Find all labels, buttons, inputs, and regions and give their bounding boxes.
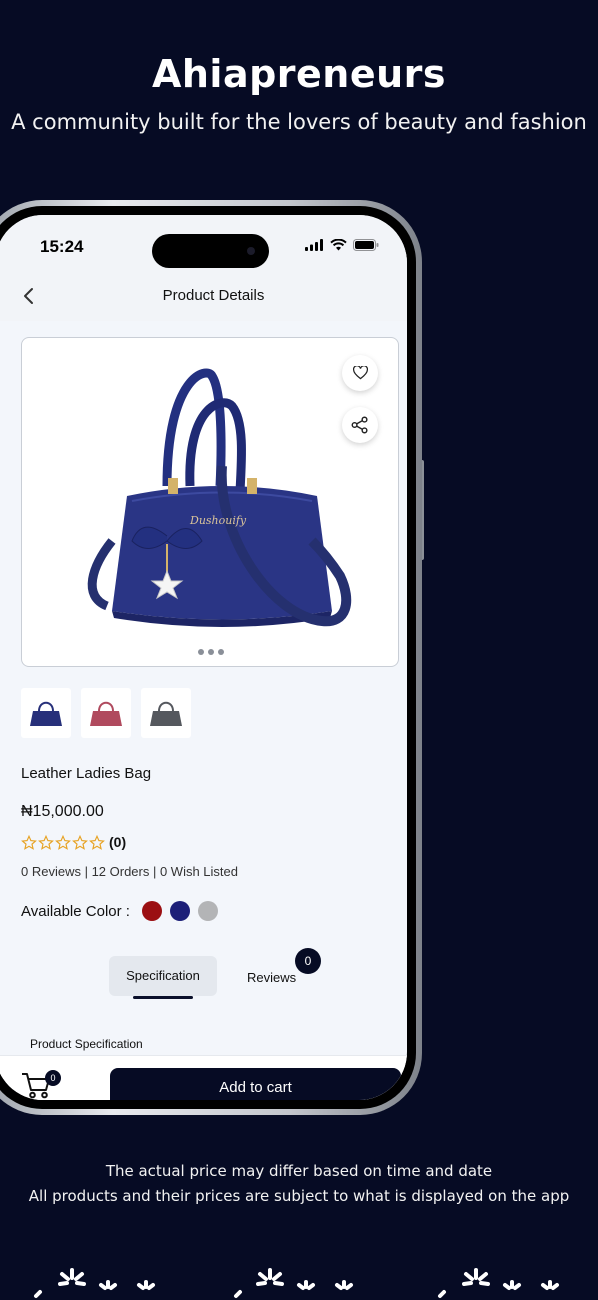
star-outline-icon bbox=[89, 834, 105, 850]
color-swatch-navy[interactable] bbox=[169, 901, 190, 921]
thumbnail-strip bbox=[21, 688, 191, 738]
color-swatch-gray[interactable] bbox=[197, 901, 218, 921]
star-outline-icon bbox=[55, 834, 71, 850]
bag-thumbnail bbox=[30, 701, 62, 726]
app-bar: Product Details bbox=[0, 277, 407, 321]
rating-count: (0) bbox=[109, 834, 127, 850]
tab-specification[interactable]: Specification bbox=[109, 956, 217, 996]
star-outline-icon bbox=[72, 834, 88, 850]
share-icon bbox=[351, 416, 368, 434]
disclaimer-line-1: The actual price may differ based on tim… bbox=[105, 1162, 493, 1180]
cart-count-badge: 0 bbox=[45, 1070, 61, 1086]
wifi-icon bbox=[330, 239, 347, 251]
battery-icon bbox=[353, 239, 379, 251]
thumbnail-image[interactable] bbox=[81, 688, 131, 738]
bottom-action-bar: 0 Add to cart bbox=[0, 1055, 407, 1100]
product-price: ₦15,000.00 bbox=[21, 803, 104, 820]
product-stats: 0 Reviews | 12 Orders | 0 Wish Listed bbox=[21, 864, 239, 879]
thumbnail-image[interactable] bbox=[21, 688, 71, 738]
hero-subtitle: A community built for the lovers of beau… bbox=[11, 110, 587, 134]
dynamic-island bbox=[152, 234, 269, 268]
active-tab-indicator bbox=[133, 996, 193, 999]
thumbnail-image[interactable] bbox=[141, 688, 191, 738]
star-rating: (0) bbox=[21, 834, 126, 850]
app-screen: 15:24 Product Details Dushouify Leather … bbox=[0, 215, 407, 1100]
svg-text:Dushouify: Dushouify bbox=[189, 514, 247, 527]
color-selector: Available Color : bbox=[21, 901, 218, 921]
product-image-carousel[interactable]: Dushouify bbox=[21, 337, 399, 667]
tab-reviews[interactable]: Reviews bbox=[247, 970, 296, 985]
colors-label: Available Color : bbox=[21, 902, 130, 920]
phone-frame: 15:24 Product Details Dushouify Leather … bbox=[0, 200, 422, 1115]
spec-heading: Product Specification bbox=[30, 1037, 143, 1051]
share-button[interactable] bbox=[342, 407, 378, 443]
add-to-cart-button[interactable]: Add to cart bbox=[110, 1068, 401, 1100]
carousel-dots[interactable] bbox=[198, 649, 224, 655]
disclaimer-line-2: All products and their prices are subjec… bbox=[28, 1187, 570, 1205]
color-swatch-red[interactable] bbox=[141, 901, 162, 921]
carousel-dot[interactable] bbox=[208, 649, 214, 655]
heart-icon bbox=[352, 366, 368, 380]
star-outline-icon bbox=[21, 834, 37, 850]
bag-thumbnail bbox=[150, 701, 182, 726]
status-bar: 15:24 bbox=[0, 215, 407, 277]
reviews-count-badge: 0 bbox=[295, 948, 321, 974]
signal-icon bbox=[305, 239, 323, 251]
favorite-button[interactable] bbox=[342, 355, 378, 391]
carousel-dot[interactable] bbox=[218, 649, 224, 655]
product-image: Dushouify bbox=[87, 368, 352, 627]
decorative-sparkles bbox=[34, 1268, 559, 1298]
hero-title: Ahiapreneurs bbox=[151, 52, 447, 96]
page-title: Product Details bbox=[162, 287, 265, 304]
star-outline-icon bbox=[38, 834, 54, 850]
status-time: 15:24 bbox=[40, 237, 84, 256]
carousel-dot[interactable] bbox=[198, 649, 204, 655]
product-name: Leather Ladies Bag bbox=[21, 765, 152, 782]
bag-thumbnail bbox=[90, 701, 122, 726]
